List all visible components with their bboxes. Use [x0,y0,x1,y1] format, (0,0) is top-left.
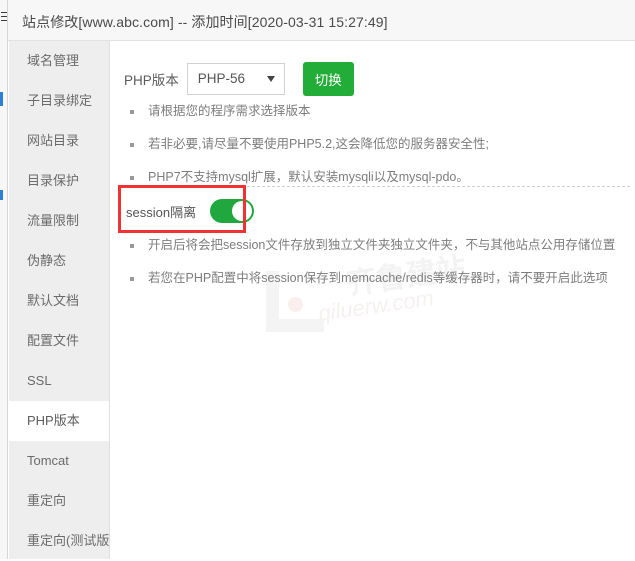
sidebar-item-label: 配置文件 [27,333,80,348]
list-item: 开启后将会把session文件存放到独立文件夹独立文件夹，不与其他站点公用存储位… [126,238,631,253]
browser-edge-strip [0,0,8,559]
session-isolation-toggle[interactable] [210,199,255,223]
content-area: 齐鲁建站 qiluerw.com PHP版本 PHP-56 切换 请根据您的程序… [110,41,635,559]
session-isolation-row: session隔离 [126,199,255,223]
sidebar-item-7[interactable]: 配置文件 [9,321,109,361]
sidebar-item-5[interactable]: 伪静态 [9,241,109,281]
sidebar-item-3[interactable]: 目录保护 [9,161,109,201]
sidebar-item-label: 流量限制 [27,213,80,228]
panel-header: 站点修改[www.abc.com] -- 添加时间[2020-03-31 15:… [8,0,635,41]
sidebar-item-label: 目录保护 [27,173,80,188]
edge-accent-marker [0,92,3,106]
page-title: 站点修改[www.abc.com] -- 添加时间[2020-03-31 15:… [22,14,388,30]
sidebar-item-9[interactable]: PHP版本 [9,401,109,441]
sidebar-item-label: PHP版本 [27,413,80,428]
edge-accent-marker-2 [0,190,3,200]
sidebar-item-1[interactable]: 子目录绑定 [9,81,109,121]
switch-version-button[interactable]: 切换 [302,62,354,96]
section-divider [122,186,630,187]
sidebar-item-label: 默认文档 [27,293,80,308]
php-version-selected-value: PHP-56 [197,71,246,86]
site-modify-panel: 站点修改[www.abc.com] -- 添加时间[2020-03-31 15:… [0,0,635,559]
toggle-knob [232,201,253,221]
list-item: PHP7不支持mysql扩展，默认安装mysqli以及mysql-pdo。 [126,170,626,185]
list-item: 若非必要,请尽量不要使用PHP5.2,这会降低您的服务器安全性; [126,137,626,152]
php-version-label: PHP版本 [124,73,179,88]
sidebar-nav: 域名管理子目录绑定网站目录目录保护流量限制伪静态默认文档配置文件 SSL PHP版本… [9,41,114,561]
sidebar-item-label: 重定向(测试版) [27,533,114,548]
sidebar-item-2[interactable]: 网站目录 [9,121,109,161]
sidebar-item-label: 子目录绑定 [27,93,93,108]
session-notes-list: 开启后将会把session文件存放到独立文件夹独立文件夹，不与其他站点公用存储位… [126,238,631,304]
sidebar-item-label: 网站目录 [27,133,80,148]
sidebar-item-0[interactable]: 域名管理 [9,41,109,81]
sidebar-item-4[interactable]: 流量限制 [9,201,109,241]
sidebar-item-label: 域名管理 [27,53,80,68]
chevron-down-icon [266,76,275,82]
list-item: 请根据您的程序需求选择版本 [126,104,626,119]
sidebar-item-12[interactable]: 重定向(测试版) [9,521,114,561]
session-isolation-label: session隔离 [126,204,197,220]
php-version-select[interactable]: PHP-56 [186,63,285,95]
version-notes-list: 请根据您的程序需求选择版本 若非必要,请尽量不要使用PHP5.2,这会降低您的服务… [126,104,626,203]
menu-lines-icon [1,12,7,22]
php-version-row: PHP版本 PHP-56 切换 [124,62,354,96]
sidebar-item-8[interactable]: SSL [9,361,109,401]
sidebar-item-label: SSL [27,373,52,388]
sidebar-item-label: 伪静态 [27,253,67,268]
sidebar-item-11[interactable]: 重定向 [9,481,109,521]
sidebar-item-label: 重定向 [27,493,67,508]
sidebar-item-label: Tomcat [27,453,69,468]
sidebar-item-6[interactable]: 默认文档 [9,281,109,321]
sidebar-item-10[interactable]: Tomcat [9,441,109,481]
list-item: 若您在PHP配置中将session保存到memcache/redis等缓存器时，… [126,271,631,286]
